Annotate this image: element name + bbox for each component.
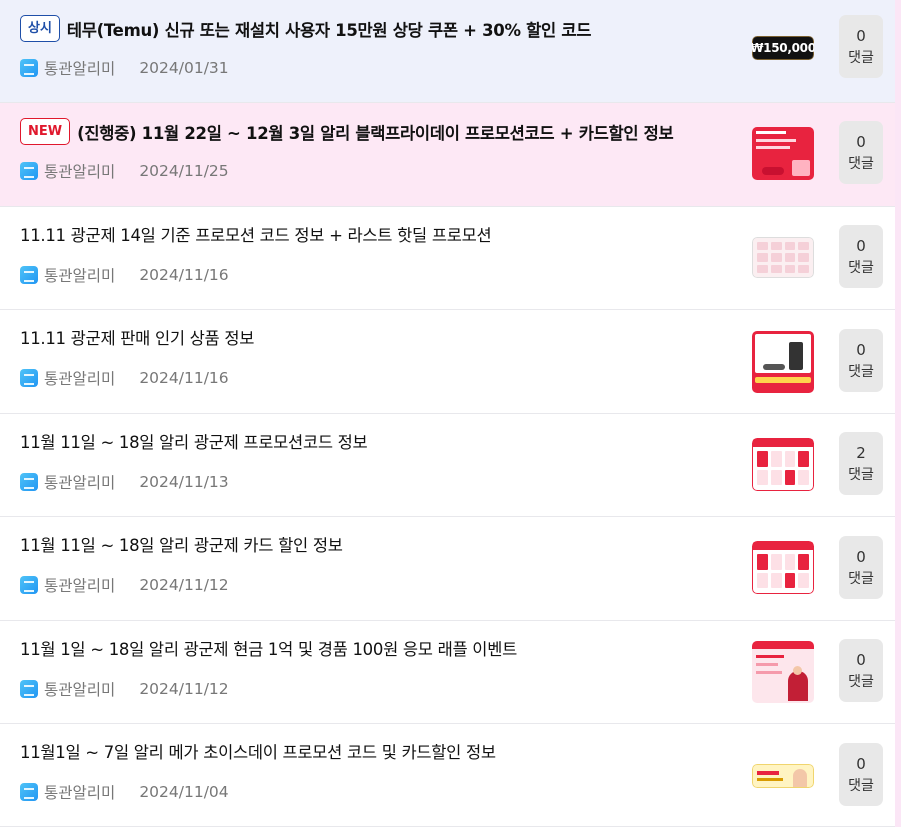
comment-count-button[interactable]: 2 댓글 [839, 432, 883, 495]
post-title-line: 11.11 광군제 판매 인기 상품 정보 [20, 325, 254, 349]
post-date: 2024/11/25 [139, 162, 229, 180]
post-title-link[interactable]: 11월 11일 ~ 18일 알리 광군제 카드 할인 정보 [20, 532, 343, 556]
comment-count-button[interactable]: 0 댓글 [839, 15, 883, 78]
post-category[interactable]: 통관알리미 [44, 471, 115, 493]
post-title-line: 11월 11일 ~ 18일 알리 광군제 프로모션코드 정보 [20, 429, 368, 453]
comment-label: 댓글 [848, 155, 874, 172]
post-meta: 통관알리미 2024/11/16 [20, 367, 229, 389]
post-title-link[interactable]: 11월 11일 ~ 18일 알리 광군제 프로모션코드 정보 [20, 429, 368, 453]
category-icon [20, 680, 38, 698]
post-thumbnail[interactable] [752, 764, 814, 788]
post-meta: 통관알리미 2024/11/12 [20, 574, 229, 596]
comment-label: 댓글 [848, 49, 874, 66]
category-icon [20, 576, 38, 594]
post-category[interactable]: 통관알리미 [44, 781, 115, 803]
comment-label: 댓글 [848, 363, 874, 380]
post-category[interactable]: 통관알리미 [44, 160, 115, 182]
post-category[interactable]: 통관알리미 [44, 367, 115, 389]
comment-label: 댓글 [848, 570, 874, 587]
post-title-line: 11월 1일 ~ 18일 알리 광군제 현금 1억 및 경품 100원 응모 래… [20, 636, 517, 660]
post-meta: 통관알리미 2024/11/12 [20, 678, 229, 700]
post-title-line: 11.11 광군제 14일 기준 프로모션 코드 정보 + 라스트 핫딜 프로모… [20, 222, 492, 246]
post-title-link[interactable]: 11월 1일 ~ 18일 알리 광군제 현금 1억 및 경품 100원 응모 래… [20, 636, 517, 660]
post-title-link[interactable]: (진행중) 11월 22일 ~ 12월 3일 알리 블랙프라이데이 프로모션코드… [77, 120, 674, 144]
comment-count: 0 [856, 236, 866, 255]
thumb-price-text: ₩150,000 [752, 41, 814, 55]
post-thumbnail[interactable]: ₩150,000 [752, 36, 814, 60]
post-title-link[interactable]: 11.11 광군제 판매 인기 상품 정보 [20, 325, 254, 349]
comment-count-button[interactable]: 0 댓글 [839, 121, 883, 184]
post-meta: 통관알리미 2024/11/25 [20, 160, 229, 182]
post-date: 2024/11/12 [139, 576, 229, 594]
post-meta: 통관알리미 2024/11/16 [20, 264, 229, 286]
post-thumbnail[interactable] [752, 331, 814, 393]
post-meta: 통관알리미 2024/11/13 [20, 471, 229, 493]
post-meta: 통관알리미 2024/11/04 [20, 781, 229, 803]
comment-count: 0 [856, 26, 866, 45]
post-date: 2024/11/16 [139, 266, 229, 284]
pinned-badge: 상시 [20, 15, 60, 42]
post-meta: 통관알리미 2024/01/31 [20, 57, 229, 79]
comment-count-button[interactable]: 0 댓글 [839, 639, 883, 702]
post-thumbnail[interactable] [752, 127, 814, 180]
post-title-line: 상시 테무(Temu) 신규 또는 재설치 사용자 15만원 상당 쿠폰 + 30… [20, 15, 591, 42]
comment-label: 댓글 [848, 777, 874, 794]
new-badge: NEW [20, 118, 71, 145]
post-date: 2024/11/04 [139, 783, 229, 801]
post-thumbnail[interactable] [752, 541, 814, 594]
post-thumbnail[interactable] [752, 438, 814, 491]
comment-count: 0 [856, 132, 866, 151]
post-title-line: 11월 11일 ~ 18일 알리 광군제 카드 할인 정보 [20, 532, 343, 556]
comment-count-button[interactable]: 0 댓글 [839, 536, 883, 599]
post-title-line: 11월1일 ~ 7일 알리 메가 초이스데이 프로모션 코드 및 카드할인 정보 [20, 739, 496, 763]
comment-count-button[interactable]: 0 댓글 [839, 329, 883, 392]
comment-count: 2 [856, 443, 866, 462]
comment-count-button[interactable]: 0 댓글 [839, 743, 883, 806]
comment-label: 댓글 [848, 259, 874, 276]
comment-count: 0 [856, 547, 866, 566]
post-title-link[interactable]: 테무(Temu) 신규 또는 재설치 사용자 15만원 상당 쿠폰 + 30% … [67, 17, 592, 41]
category-icon [20, 59, 38, 77]
category-icon [20, 266, 38, 284]
comment-label: 댓글 [848, 466, 874, 483]
post-thumbnail[interactable] [752, 237, 814, 278]
comment-label: 댓글 [848, 673, 874, 690]
comment-count: 0 [856, 754, 866, 773]
post-list: 상시 테무(Temu) 신규 또는 재설치 사용자 15만원 상당 쿠폰 + 30… [0, 0, 895, 827]
comment-count: 0 [856, 340, 866, 359]
post-category[interactable]: 통관알리미 [44, 678, 115, 700]
category-icon [20, 162, 38, 180]
category-icon [20, 783, 38, 801]
post-date: 2024/11/13 [139, 473, 229, 491]
post-title-link[interactable]: 11.11 광군제 14일 기준 프로모션 코드 정보 + 라스트 핫딜 프로모… [20, 222, 492, 246]
post-date: 2024/11/16 [139, 369, 229, 387]
post-date: 2024/01/31 [139, 59, 229, 77]
post-title-line: NEW (진행중) 11월 22일 ~ 12월 3일 알리 블랙프라이데이 프로모… [20, 118, 674, 145]
post-category[interactable]: 통관알리미 [44, 574, 115, 596]
comment-count-button[interactable]: 0 댓글 [839, 225, 883, 288]
category-icon [20, 369, 38, 387]
category-icon [20, 473, 38, 491]
post-title-link[interactable]: 11월1일 ~ 7일 알리 메가 초이스데이 프로모션 코드 및 카드할인 정보 [20, 739, 496, 763]
post-date: 2024/11/12 [139, 680, 229, 698]
post-category[interactable]: 통관알리미 [44, 264, 115, 286]
comment-count: 0 [856, 650, 866, 669]
post-thumbnail[interactable] [752, 641, 814, 703]
right-edge-strip [895, 0, 901, 827]
post-category[interactable]: 통관알리미 [44, 57, 115, 79]
